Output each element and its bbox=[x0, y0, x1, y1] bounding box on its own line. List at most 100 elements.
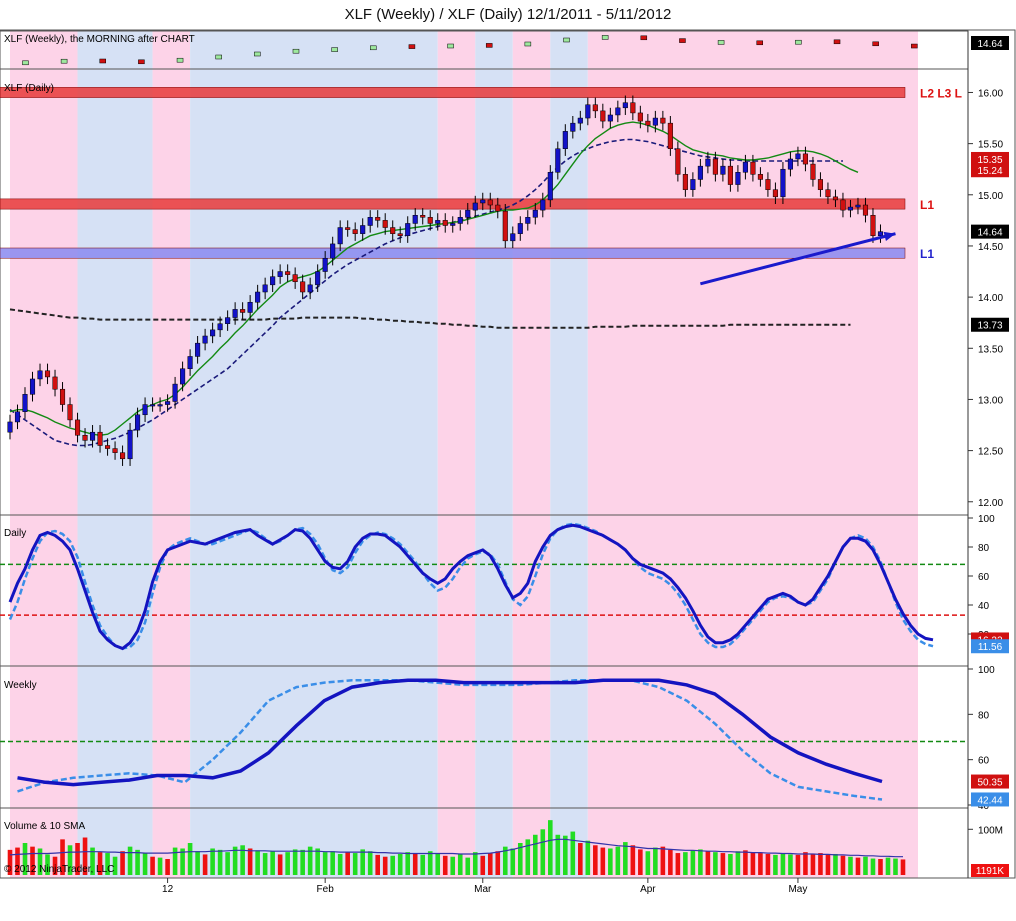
daily-candle bbox=[345, 227, 351, 230]
volume-bar bbox=[878, 859, 883, 875]
daily-candle bbox=[22, 394, 28, 412]
stoch-weekly-ytick-label: 60 bbox=[978, 756, 990, 767]
daily-candle bbox=[832, 196, 839, 201]
daily-candle bbox=[862, 204, 869, 216]
daily-candle bbox=[577, 117, 583, 124]
daily-candle bbox=[150, 404, 156, 407]
daily-candle bbox=[870, 215, 876, 236]
volume-bar bbox=[480, 855, 486, 875]
daily-zone bbox=[550, 69, 588, 515]
weekly-mini-candle bbox=[138, 59, 145, 65]
weekly-mini-candle bbox=[756, 40, 763, 46]
weekly-mini-candle bbox=[911, 43, 918, 49]
daily-candle bbox=[697, 165, 703, 180]
daily-candle bbox=[59, 388, 66, 405]
volume-bar bbox=[780, 853, 786, 875]
daily-candle bbox=[600, 110, 606, 122]
daily-candle bbox=[495, 204, 501, 212]
daily-candle bbox=[112, 448, 118, 453]
daily-candle bbox=[712, 158, 718, 175]
volume-bar bbox=[510, 848, 516, 875]
volume-bar bbox=[720, 853, 726, 875]
weekly-mini-candle bbox=[447, 43, 454, 49]
daily-candle bbox=[217, 323, 223, 331]
daily-candle bbox=[82, 435, 88, 441]
daily-candle bbox=[450, 223, 456, 226]
level-band bbox=[0, 247, 906, 259]
stoch-weekly-zone bbox=[190, 666, 438, 808]
daily-candle bbox=[780, 168, 786, 198]
daily-candle bbox=[120, 452, 126, 460]
daily-candle bbox=[337, 227, 343, 245]
daily-candle bbox=[735, 172, 741, 185]
weekly-mini-candle bbox=[717, 40, 725, 45]
volume-bar bbox=[728, 853, 733, 875]
volume-bar bbox=[127, 846, 133, 875]
volume-bar bbox=[435, 853, 441, 875]
volume-bar bbox=[300, 849, 305, 875]
volume-bar bbox=[608, 848, 613, 875]
stoch-daily-zone bbox=[587, 515, 918, 666]
daily-candle bbox=[840, 199, 846, 211]
volume-bar bbox=[675, 853, 681, 875]
volume-bar bbox=[810, 853, 816, 875]
daily-candle bbox=[540, 199, 546, 211]
daily-candle bbox=[562, 131, 568, 149]
volume-bar bbox=[427, 851, 433, 875]
volume-bar bbox=[863, 856, 868, 875]
daily-candle bbox=[157, 404, 163, 407]
daily-candle bbox=[67, 404, 73, 421]
volume-bar bbox=[690, 850, 696, 875]
daily-candle bbox=[382, 220, 388, 228]
volume-bar bbox=[277, 854, 283, 875]
daily-candle bbox=[877, 231, 884, 236]
daily-candle bbox=[757, 174, 763, 180]
daily-candle bbox=[742, 161, 748, 173]
daily-candle bbox=[89, 431, 96, 441]
volume-bar bbox=[540, 829, 546, 875]
volume-bar bbox=[202, 854, 208, 875]
daily-candle bbox=[765, 179, 771, 190]
weekly-mini-candle bbox=[99, 58, 107, 64]
daily-candle bbox=[270, 276, 276, 286]
weekly-mini-badge-text: 14.64 bbox=[977, 39, 1002, 50]
weekly-mini-candle bbox=[22, 60, 29, 66]
daily-candle bbox=[547, 172, 553, 201]
volume-bar bbox=[555, 834, 561, 875]
volume-badge-text: 1191K bbox=[976, 866, 1005, 877]
volume-ytick-label: 100M bbox=[978, 825, 1003, 836]
volume-bar bbox=[247, 848, 253, 875]
volume-bar bbox=[758, 853, 763, 875]
volume-bar bbox=[773, 854, 778, 875]
volume-bar bbox=[713, 852, 718, 875]
volume-bar bbox=[330, 851, 335, 875]
daily-zone bbox=[512, 69, 551, 515]
daily-candle bbox=[412, 215, 418, 224]
daily-candle bbox=[330, 243, 336, 259]
daily-candle bbox=[675, 148, 681, 175]
volume-bar bbox=[262, 853, 268, 875]
volume-bar bbox=[315, 848, 320, 875]
daily-candle bbox=[247, 301, 253, 313]
volume-bar bbox=[412, 853, 418, 875]
daily-candle bbox=[307, 284, 313, 293]
weekly-mini-candle bbox=[485, 43, 493, 48]
daily-ytick-label: 12.00 bbox=[978, 498, 1003, 509]
daily-candle bbox=[367, 217, 373, 226]
volume-bar bbox=[653, 847, 658, 875]
daily-candle bbox=[210, 329, 216, 337]
volume-bar bbox=[698, 849, 703, 875]
weekly-mini-candle bbox=[60, 58, 68, 64]
volume-bar bbox=[465, 857, 471, 875]
volume-bar bbox=[795, 854, 801, 875]
volume-bar bbox=[848, 856, 853, 875]
daily-candle bbox=[802, 153, 808, 165]
daily-zone bbox=[437, 69, 476, 515]
volume-bar bbox=[623, 842, 628, 875]
daily-candle bbox=[825, 189, 831, 198]
price-badge-text: 13.73 bbox=[977, 321, 1002, 332]
daily-candle bbox=[795, 153, 801, 160]
daily-candle bbox=[847, 206, 854, 211]
daily-candle bbox=[810, 163, 816, 180]
volume-bar bbox=[472, 852, 478, 875]
